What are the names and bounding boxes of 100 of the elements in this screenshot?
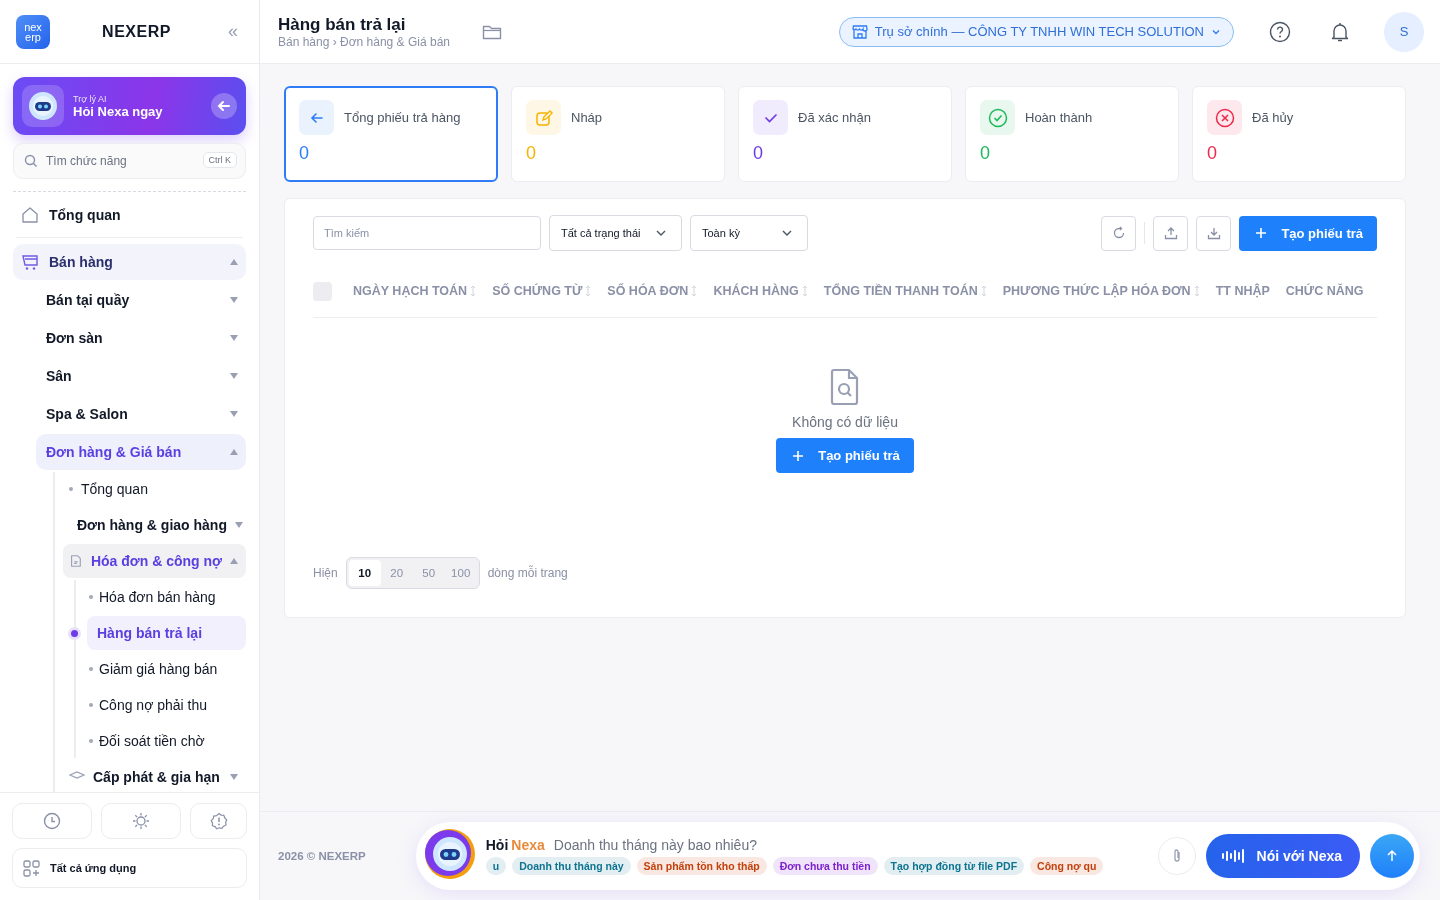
nav-item[interactable]: Giảm giá hàng bán [88, 652, 246, 686]
column-header[interactable]: SỐ CHỨNG TỪ [492, 284, 592, 298]
page-size-option[interactable]: 100 [444, 560, 477, 586]
nav-item[interactable]: Bán tại quầy [36, 282, 246, 318]
nav-item[interactable]: Đơn hàng & giao hàng [63, 508, 246, 542]
chat-prompt[interactable]: Doanh thu tháng này bao nhiêu? [553, 837, 757, 853]
column-header[interactable]: PHƯƠNG THỨC LẬP HÓA ĐƠN [1002, 284, 1200, 298]
create-return-button[interactable]: Tạo phiếu trả [776, 438, 914, 473]
brand-name: NEXERP [101, 22, 172, 41]
ai-card-subtitle: Trợ lý AI [73, 93, 108, 104]
shortcut-hint: Ctrl K [202, 152, 237, 168]
stat-label: Đã hủy [1252, 110, 1294, 125]
period-dropdown[interactable]: Toàn kỳ [690, 215, 808, 251]
stat-card[interactable]: Nháp 0 [511, 86, 725, 182]
nav-item[interactable]: Đối soát tiền chờ [88, 724, 246, 758]
ai-assistant-card[interactable]: Trợ lý AI Hỏi Nexa ngay [13, 77, 246, 135]
nav-item[interactable]: Hóa đơn & công nợ [63, 544, 246, 578]
nav-item[interactable]: Cấp phát & gia hạn [63, 760, 246, 792]
arrow-left-icon [211, 93, 237, 119]
app-logo: nex erp [16, 14, 50, 49]
check-circle-icon [987, 107, 1008, 128]
plus-icon [1255, 227, 1268, 239]
column-header[interactable]: TỔNG TIỀN THANH TOÁN [823, 284, 987, 298]
ai-card-title: Hỏi Nexa ngay [73, 103, 164, 119]
stat-card[interactable]: Hoàn thành 0 [965, 86, 1179, 182]
upload-button[interactable] [1153, 215, 1189, 251]
suggestion-chip[interactable]: Sản phẩm tồn kho thấp [636, 857, 767, 875]
page-size-option[interactable]: 20 [380, 560, 413, 586]
sort-icon [801, 285, 808, 297]
suggestion-chip[interactable]: Tạo hợp đồng từ file PDF [883, 857, 1025, 875]
stat-label: Đã xác nhận [798, 110, 871, 125]
store-icon [851, 23, 868, 40]
caret-icon [230, 373, 238, 379]
sort-icon [470, 285, 477, 297]
cart-icon [21, 253, 39, 271]
edit-icon [534, 108, 553, 127]
robot-icon [28, 91, 58, 121]
sound-wave-icon [1220, 849, 1247, 863]
status-dropdown[interactable]: Tất cả trạng thái [549, 215, 682, 251]
nav-item[interactable]: Tổng quan [63, 472, 246, 506]
nav-item[interactable]: Sân [36, 358, 246, 394]
bullet-icon [89, 667, 93, 671]
breadcrumb: Bán hàng › Đơn hàng & Giá bán [278, 34, 450, 49]
send-button[interactable] [1370, 834, 1414, 878]
download-button[interactable] [1196, 215, 1232, 251]
sort-icon [691, 285, 698, 297]
plus-icon [792, 449, 805, 462]
nav-item[interactable]: Hàng bán trả lại [87, 616, 246, 650]
branch-selector[interactable]: Trụ sở chính — CÔNG TY TNHH WIN TECH SOLUTION [838, 16, 1234, 47]
stat-label: Nháp [571, 110, 603, 125]
caret-icon [230, 558, 238, 564]
suggestion-chip[interactable]: Doanh thu tháng này [512, 857, 631, 875]
history-button[interactable] [12, 803, 93, 839]
create-return-button[interactable]: Tạo phiếu trả [1239, 215, 1377, 251]
nav-item[interactable]: Đơn hàng & Giá bán [36, 434, 246, 470]
alert-button[interactable] [190, 803, 247, 839]
suggestion-chip[interactable]: Công nợ qu [1030, 857, 1104, 875]
suggestion-chip[interactable]: Đơn chưa thu tiền [772, 857, 878, 875]
refresh-button[interactable] [1101, 215, 1137, 251]
caret-icon [230, 411, 238, 417]
stat-value: 0 [980, 143, 990, 164]
voice-chat-button[interactable]: Nói với Nexa [1205, 834, 1360, 878]
search-icon [24, 154, 38, 168]
suggestion-chip[interactable]: u [485, 857, 507, 875]
nav-item[interactable]: Spa & Salon [36, 396, 246, 432]
page-size-option[interactable]: 10 [348, 560, 381, 586]
apps-grid-icon [23, 859, 40, 877]
stat-label: Tổng phiếu trả hàng [344, 110, 461, 125]
column-header[interactable]: NGÀY HẠCH TOÁN [353, 284, 477, 298]
nav-item[interactable]: Hóa đơn bán hàng [88, 580, 246, 614]
robot-icon [423, 828, 476, 880]
bullet-icon [89, 739, 93, 743]
all-apps-button[interactable]: Tất cả ứng dụng [12, 848, 247, 888]
nav-item[interactable]: Tổng quan [13, 197, 246, 233]
stat-card[interactable]: Tổng phiếu trả hàng 0 [284, 86, 498, 182]
theme-button[interactable] [101, 803, 182, 839]
arrow-up-icon [1385, 849, 1399, 863]
caret-icon [230, 774, 238, 780]
column-header[interactable]: CHỨC NĂNG [1285, 284, 1364, 298]
nav-item[interactable]: Đơn sàn [36, 320, 246, 356]
nav-item[interactable]: Công nợ phải thu [88, 688, 246, 722]
bullet-icon [71, 629, 78, 637]
column-header[interactable]: SỐ HÓA ĐƠN [607, 284, 698, 298]
column-header[interactable]: TT NHẬP [1215, 284, 1270, 298]
stat-value: 0 [753, 143, 763, 164]
search-field[interactable]: Tìm kiếm [313, 216, 541, 250]
refresh-icon [1111, 226, 1126, 240]
bullet-icon [69, 487, 73, 491]
page-size-option[interactable]: 50 [412, 560, 445, 586]
cancel-circle-icon [1214, 107, 1235, 128]
caret-icon [230, 297, 238, 303]
stat-card[interactable]: Đã xác nhận 0 [738, 86, 952, 182]
upload-icon [1163, 226, 1178, 240]
stat-value: 0 [1207, 143, 1217, 164]
user-avatar[interactable]: S [1384, 11, 1424, 52]
stat-card[interactable]: Đã hủy 0 [1192, 86, 1406, 182]
column-header[interactable]: KHÁCH HÀNG [713, 284, 808, 298]
document-icon [69, 553, 83, 569]
ask-label: Hỏi [485, 837, 509, 853]
nav-item[interactable]: Bán hàng [13, 244, 246, 280]
